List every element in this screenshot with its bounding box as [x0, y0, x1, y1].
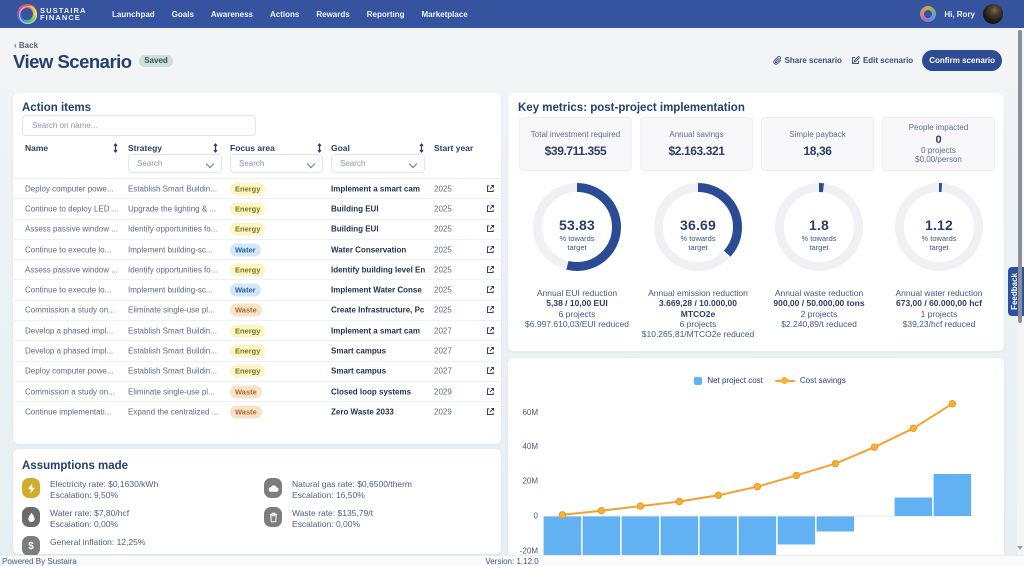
svg-text:0: 0 — [534, 512, 539, 521]
svg-text:60M: 60M — [522, 408, 538, 417]
svg-text:20M: 20M — [522, 477, 538, 486]
svg-text:40M: 40M — [522, 442, 538, 451]
